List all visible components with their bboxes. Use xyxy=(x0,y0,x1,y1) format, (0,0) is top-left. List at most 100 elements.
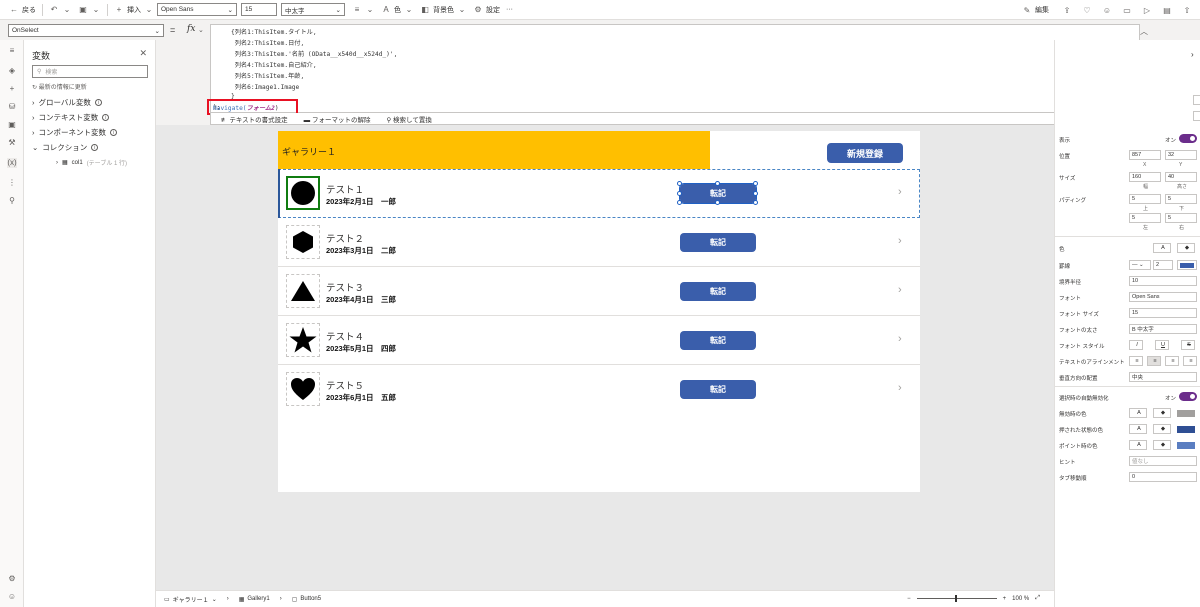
settings-button[interactable]: ⚙ 設定 xyxy=(470,3,503,17)
zoom-slider[interactable] xyxy=(916,595,997,602)
font-size-input[interactable]: 15 xyxy=(1129,308,1197,318)
comment-icon[interactable]: ▭ xyxy=(1122,5,1132,15)
fit-screen-icon[interactable]: ⤢ xyxy=(1035,595,1040,602)
more-button[interactable]: ··· xyxy=(503,3,516,17)
text-color-icon[interactable]: A xyxy=(1129,440,1147,450)
image-control[interactable] xyxy=(286,372,320,406)
font-weight-select[interactable]: 中太字 ⌄ xyxy=(281,3,345,16)
resize-handle[interactable] xyxy=(753,200,758,205)
underline-button[interactable]: U xyxy=(1155,340,1169,350)
fill-color-icon[interactable]: ◆ xyxy=(1153,440,1171,450)
refresh-button[interactable]: ↻ 最新の情報に更新 xyxy=(32,82,87,91)
transcribe-button[interactable]: 転記 xyxy=(680,233,756,252)
truncated-input[interactable] xyxy=(1193,95,1200,105)
height-input[interactable]: 40 xyxy=(1165,172,1197,182)
info-icon[interactable]: i xyxy=(110,129,117,136)
variables-icon[interactable]: (x) xyxy=(7,158,17,168)
collection-item[interactable]: › ▦ col1 (テーブル 1 行) xyxy=(56,158,127,168)
health-icon[interactable]: ♡ xyxy=(1082,5,1092,15)
hamburger-icon[interactable]: ≡ xyxy=(7,46,17,56)
transcribe-button[interactable]: 転記 xyxy=(680,331,756,350)
save-icon[interactable]: ▤ xyxy=(1162,5,1172,15)
format-text-button[interactable]: ≢ テキストの書式設定 xyxy=(221,114,288,124)
resize-handle[interactable] xyxy=(677,200,682,205)
resize-handle[interactable] xyxy=(753,191,758,196)
resize-handle[interactable] xyxy=(677,181,682,186)
position-y-input[interactable]: 32 xyxy=(1165,150,1197,160)
chevron-right-icon[interactable]: › xyxy=(898,186,902,198)
font-size-input[interactable]: 15 xyxy=(241,3,277,16)
gallery[interactable]: テスト１ 2023年2月1日 一郎 転記 › テスト２ 2023年3月1日 二郎… xyxy=(278,169,920,415)
tab-index-input[interactable]: 0 xyxy=(1129,472,1197,482)
search-icon[interactable]: ⚲ xyxy=(7,196,17,206)
truncated-select[interactable] xyxy=(1193,111,1200,121)
image-control[interactable] xyxy=(286,323,320,357)
chevron-right-icon[interactable]: › xyxy=(898,284,902,296)
position-x-input[interactable]: 857 xyxy=(1129,150,1161,160)
gallery-row[interactable]: テスト５ 2023年6月1日 五郎 転記 › xyxy=(278,365,920,414)
undo-button[interactable]: ↶ ⌄ xyxy=(46,3,75,17)
align-justify-icon[interactable]: ≡ xyxy=(1183,356,1197,366)
gallery-row[interactable]: テスト４ 2023年5月1日 四郎 転記 › xyxy=(278,316,920,365)
info-icon[interactable]: i xyxy=(102,114,110,121)
breadcrumb-gallery[interactable]: ▦ Gallery1 xyxy=(239,596,270,603)
close-icon[interactable]: ✕ xyxy=(139,48,147,59)
align-right-icon[interactable]: ≡ xyxy=(1165,356,1179,366)
zoom-in-icon[interactable]: + xyxy=(1003,596,1007,602)
zoom-out-icon[interactable]: − xyxy=(907,596,911,602)
align-left-icon[interactable]: ≡ xyxy=(1129,356,1143,366)
fill-color-icon[interactable]: ◆ xyxy=(1153,408,1171,418)
image-control[interactable] xyxy=(286,176,320,210)
person-icon[interactable]: ☺ xyxy=(1102,5,1112,15)
border-style-select[interactable]: — ⌄ xyxy=(1129,260,1151,270)
tree-icon[interactable]: ⋮ xyxy=(7,178,17,188)
strikethrough-button[interactable]: S xyxy=(1181,340,1195,350)
back-button[interactable]: ← 戻る xyxy=(6,3,39,17)
breadcrumb-screen[interactable]: ▭ ギャラリー１ ⌄ xyxy=(164,595,217,604)
resize-handle[interactable] xyxy=(715,181,720,186)
padding-top-input[interactable]: 5 xyxy=(1129,194,1161,204)
text-color-icon[interactable]: A xyxy=(1153,243,1171,253)
align-center-icon[interactable]: ≡ xyxy=(1147,356,1161,366)
padding-right-input[interactable]: 5 xyxy=(1165,213,1197,223)
border-width-input[interactable]: 2 xyxy=(1153,260,1173,270)
font-weight-select[interactable]: B 中太字 xyxy=(1129,324,1197,334)
variables-search-input[interactable]: ⚲ 検索 xyxy=(32,65,148,78)
info-icon[interactable]: i xyxy=(91,144,99,151)
resize-handle[interactable] xyxy=(677,191,682,196)
chevron-right-icon[interactable]: › xyxy=(1191,50,1194,59)
publish-icon[interactable]: ⇧ xyxy=(1182,5,1192,15)
transcribe-button[interactable]: 転記 xyxy=(680,380,756,399)
resize-handle[interactable] xyxy=(715,200,720,205)
global-variables-group[interactable]: › グローバル変数 i xyxy=(32,97,102,108)
context-variables-group[interactable]: › コンテキスト変数 i xyxy=(32,112,110,123)
radius-input[interactable]: 10 xyxy=(1129,276,1197,286)
text-color-icon[interactable]: A xyxy=(1129,408,1147,418)
disabled-color-swatch[interactable] xyxy=(1177,410,1195,417)
play-icon[interactable]: ▷ xyxy=(1142,5,1152,15)
share-icon[interactable]: ⇪ xyxy=(1062,5,1072,15)
layers-icon[interactable]: ◈ xyxy=(7,66,17,76)
bg-color-button[interactable]: ◧ 背景色 ⌄ xyxy=(417,3,470,17)
chevron-right-icon[interactable]: › xyxy=(898,235,902,247)
font-select[interactable]: Open Sans ⌄ xyxy=(157,3,237,16)
image-control[interactable] xyxy=(286,274,320,308)
find-replace-button[interactable]: ⚲ 検索して置換 xyxy=(386,114,431,124)
edit-button[interactable]: ✎ 編集 xyxy=(1019,3,1052,17)
fill-color-icon[interactable]: ◆ xyxy=(1153,424,1171,434)
border-color-swatch[interactable] xyxy=(1177,260,1197,270)
display-toggle[interactable] xyxy=(1179,134,1197,143)
image-control[interactable] xyxy=(286,225,320,259)
collections-group[interactable]: ⌄ コレクション i xyxy=(32,142,99,153)
font-select[interactable]: Open Sans xyxy=(1129,292,1197,302)
account-icon[interactable]: ☺ xyxy=(7,592,17,602)
width-input[interactable]: 160 xyxy=(1129,172,1161,182)
padding-left-input[interactable]: 5 xyxy=(1129,213,1161,223)
gallery-row[interactable]: テスト１ 2023年2月1日 一郎 転記 › xyxy=(278,169,920,218)
data-icon[interactable]: ⛁ xyxy=(7,102,17,112)
collapse-chevron-icon[interactable]: ︿ xyxy=(1140,26,1148,37)
align-button[interactable]: ≡ ⌄ xyxy=(349,3,378,17)
vertical-align-select[interactable]: 中央 xyxy=(1129,372,1197,382)
advanced-tools-icon[interactable]: ⚒ xyxy=(7,138,17,148)
chevron-down-icon[interactable]: ⌄ xyxy=(198,26,204,34)
